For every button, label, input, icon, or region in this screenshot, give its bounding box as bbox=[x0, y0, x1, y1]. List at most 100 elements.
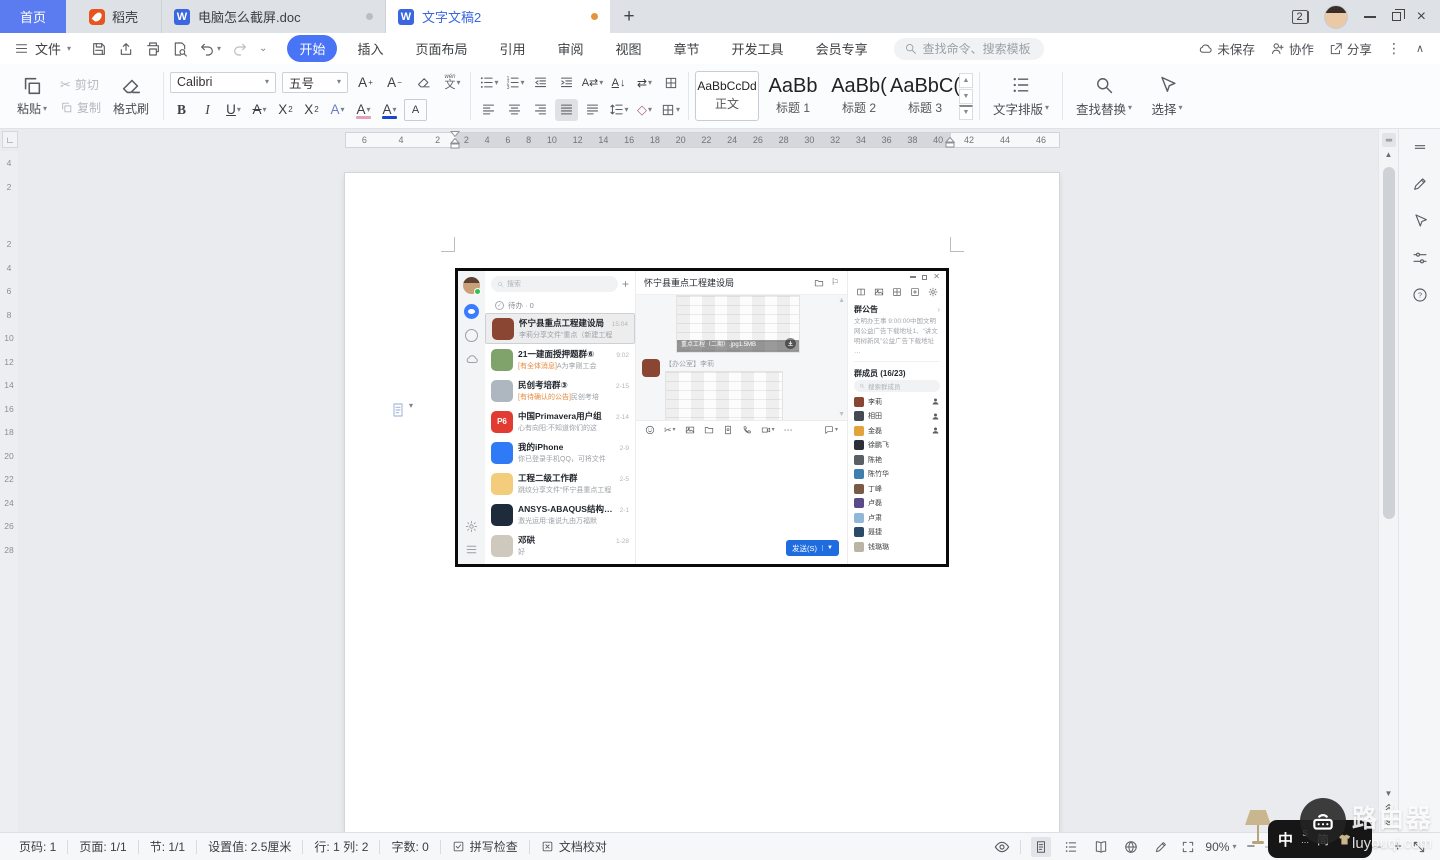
doc-proof-button[interactable]: 文档校对 bbox=[529, 840, 618, 854]
save-button[interactable] bbox=[91, 41, 107, 57]
style-preset[interactable]: AaBb 标题 1 bbox=[761, 71, 825, 121]
chat-maximize-icon[interactable] bbox=[922, 275, 927, 280]
chat-close-icon[interactable]: ✕ bbox=[933, 273, 940, 281]
character-shading-button[interactable]: A bbox=[404, 99, 427, 121]
text-direction-button[interactable]: A↓ bbox=[607, 72, 630, 94]
indent-marker-left[interactable] bbox=[450, 131, 460, 149]
announcement-header[interactable]: 群公告 › bbox=[854, 301, 940, 317]
chat-user-avatar[interactable] bbox=[463, 277, 480, 294]
image-message[interactable]: 重点（二期）.jpg1.5MB bbox=[665, 371, 783, 420]
eye-protect-icon[interactable] bbox=[994, 839, 1010, 855]
bold-button[interactable]: B bbox=[170, 99, 193, 121]
red-packet-icon[interactable] bbox=[723, 425, 733, 435]
status-segment[interactable]: 节: 1/1 bbox=[138, 840, 196, 854]
copy-button[interactable]: 复制 bbox=[60, 99, 101, 116]
add-member-icon[interactable] bbox=[910, 287, 920, 297]
print-button[interactable] bbox=[145, 41, 161, 57]
increase-indent-button[interactable] bbox=[555, 72, 578, 94]
image-message[interactable]: 重点工程（二期）.jpg1.5MB bbox=[676, 295, 800, 353]
distribute-button[interactable] bbox=[581, 99, 604, 121]
embedded-chat-image[interactable]: 搜索 + ✓ 待办 · 0 怀宁县重点工程建设局15:04 李莉分享文件“重点（… bbox=[455, 268, 949, 567]
split-view-icon[interactable] bbox=[856, 287, 866, 297]
bullets-button[interactable]: ▾ bbox=[477, 72, 500, 94]
tab-document-2-active[interactable]: W 文字文稿2 bbox=[386, 0, 610, 33]
style-preset[interactable]: AaBbCcDd 正文 bbox=[695, 71, 759, 121]
underline-button[interactable]: U▾ bbox=[222, 99, 245, 121]
download-icon[interactable] bbox=[785, 338, 796, 349]
numbering-button[interactable]: ▾ bbox=[503, 72, 526, 94]
ribbon-tab[interactable]: 开发工具 bbox=[720, 35, 796, 62]
conversation-item[interactable]: P6 中国Primavera用户组2-14 心有向阳:不知道你们的这 bbox=[485, 406, 635, 437]
file-icon[interactable] bbox=[704, 425, 714, 435]
group-settings-icon[interactable] bbox=[928, 287, 938, 297]
redo-button[interactable] bbox=[232, 41, 248, 57]
ribbon-tab[interactable]: 视图 bbox=[604, 35, 654, 62]
tab-docer[interactable]: 稻壳 bbox=[66, 0, 162, 33]
video-call-button[interactable]: ▾ bbox=[761, 425, 775, 435]
spell-check-button[interactable]: 拼写检查 bbox=[440, 840, 529, 854]
highlight-color-button[interactable]: A▾ bbox=[352, 99, 375, 121]
styles-up-icon[interactable]: ▲ bbox=[959, 73, 973, 88]
help-icon[interactable] bbox=[1412, 287, 1428, 303]
minimize-button[interactable] bbox=[1364, 16, 1376, 18]
emoji-icon[interactable] bbox=[645, 425, 655, 435]
conversation-item[interactable]: 民创考培群③2-15 [有待确认的公告]民创考培 bbox=[485, 375, 635, 406]
chat-search-input[interactable]: 搜索 bbox=[491, 276, 618, 292]
cloud-icon[interactable] bbox=[465, 352, 479, 366]
tab-stop-selector[interactable]: ∟ bbox=[2, 131, 18, 148]
status-segment[interactable]: 字数: 0 bbox=[379, 840, 439, 854]
settings-gear-icon[interactable] bbox=[465, 520, 478, 533]
char-grid-button[interactable] bbox=[659, 72, 682, 94]
conversation-item[interactable]: 怀宁县重点工程建设局15:04 李莉分享文件“重点（新建工程 bbox=[485, 313, 635, 344]
scrollbar-thumb[interactable] bbox=[1383, 167, 1395, 519]
member-item[interactable]: 陈竹华 bbox=[854, 467, 940, 482]
align-center-button[interactable] bbox=[503, 99, 526, 121]
wrap-button[interactable]: ⇄▾ bbox=[633, 72, 656, 94]
conversation-item[interactable]: 工程二级工作群2-5 跳纹分享文件“怀宁县重点工程 bbox=[485, 468, 635, 499]
ime-chinese-mode[interactable]: 中 bbox=[1278, 829, 1293, 850]
collaborate-button[interactable]: 协作 bbox=[1270, 39, 1314, 58]
decrease-indent-button[interactable] bbox=[529, 72, 552, 94]
vertical-ruler[interactable]: 42 246810121416182022242628 bbox=[0, 151, 18, 832]
scroll-down-arrow[interactable]: ▼ bbox=[1382, 786, 1396, 800]
select-button[interactable]: 选择▾ bbox=[1139, 75, 1195, 118]
scroll-up-arrow[interactable]: ▲ bbox=[1382, 147, 1396, 161]
status-segment[interactable]: 设置值: 2.5厘米 bbox=[196, 840, 302, 854]
apps-grid-icon[interactable] bbox=[892, 287, 902, 297]
scroll-up-icon[interactable]: ▲ bbox=[838, 297, 845, 304]
contacts-icon[interactable] bbox=[465, 329, 478, 342]
member-item[interactable]: 陈艳 bbox=[854, 452, 940, 467]
page-view-button[interactable] bbox=[1031, 837, 1051, 857]
styles-down-icon[interactable]: ▼ bbox=[959, 89, 973, 104]
shading-button[interactable]: ◇▾ bbox=[633, 99, 656, 121]
member-item[interactable]: 丁峰 bbox=[854, 481, 940, 496]
ribbon-tab[interactable]: 插入 bbox=[345, 35, 395, 62]
ribbon-tab[interactable]: 审阅 bbox=[546, 35, 596, 62]
member-item[interactable]: 钱璐璐 bbox=[854, 539, 940, 554]
font-name-select[interactable]: Calibri▾ bbox=[170, 72, 276, 93]
vertical-scrollbar[interactable]: ▲ ▼ bbox=[1378, 129, 1398, 832]
export-button[interactable] bbox=[118, 41, 134, 57]
flag-icon[interactable]: ⚐ bbox=[831, 277, 839, 288]
window-list-button[interactable]: 2 bbox=[1292, 10, 1308, 24]
new-tab-button[interactable]: + bbox=[610, 0, 648, 33]
print-preview-button[interactable] bbox=[172, 41, 188, 57]
member-search-input[interactable]: 搜索群成员 bbox=[854, 380, 940, 392]
borders-button[interactable]: ▾ bbox=[659, 99, 682, 121]
collapse-ribbon-icon[interactable]: ∧ bbox=[1416, 42, 1424, 55]
superscript-button[interactable]: X2 bbox=[274, 99, 297, 121]
outline-view-button[interactable] bbox=[1061, 837, 1081, 857]
sender-avatar[interactable] bbox=[642, 359, 660, 377]
zoom-level[interactable]: 90%▾ bbox=[1205, 840, 1236, 854]
strikethrough-button[interactable]: A▾ bbox=[248, 99, 271, 121]
member-item[interactable]: 徐鹏飞 bbox=[854, 438, 940, 453]
chat-history-button[interactable]: ▾ bbox=[824, 425, 838, 435]
ribbon-tab[interactable]: 页面布局 bbox=[403, 35, 479, 62]
member-item[interactable]: 金磊 bbox=[854, 423, 940, 438]
user-avatar[interactable] bbox=[1324, 5, 1348, 29]
menu-icon[interactable] bbox=[465, 543, 478, 556]
read-view-button[interactable] bbox=[1091, 837, 1111, 857]
conversation-item[interactable]: 21一建面授押题群⑥9:02 [有全体消息]A为李刚工会 bbox=[485, 344, 635, 375]
conversation-item[interactable]: 我的iPhone2-9 你已登录手机QQ，可将文件 bbox=[485, 437, 635, 468]
command-search-input[interactable]: 查找命令、搜索模板 bbox=[894, 38, 1044, 60]
